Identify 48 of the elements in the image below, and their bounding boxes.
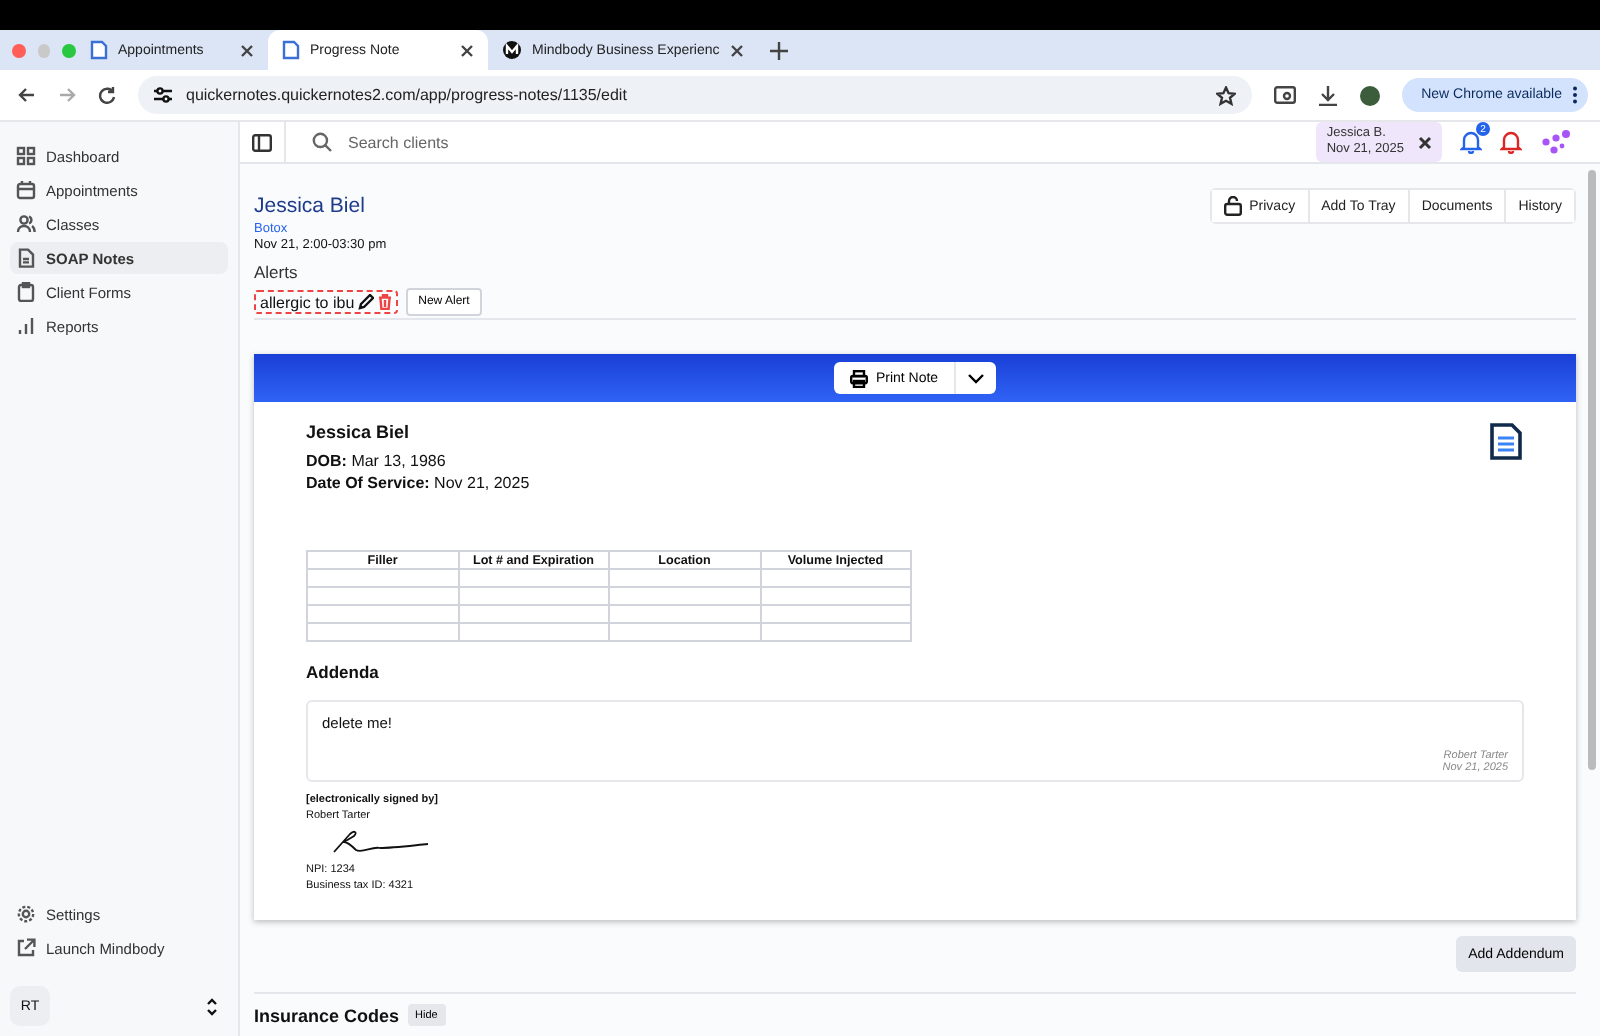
close-icon[interactable] [1418, 135, 1432, 149]
plus-icon[interactable] [769, 41, 788, 59]
bell-icon[interactable] [1460, 130, 1482, 154]
gear-icon [16, 904, 36, 924]
chevron-down-icon [968, 373, 985, 383]
document-icon [282, 40, 300, 60]
client-name[interactable]: Jessica Biel [254, 194, 387, 218]
star-icon[interactable] [1215, 85, 1236, 105]
screen-cast-icon[interactable] [1273, 86, 1296, 104]
url-text: quickernotes.quickernotes2.com/app/progress-notes/1135/edit [186, 86, 629, 104]
search-field[interactable]: Search clients [344, 131, 752, 153]
letter-m-logo-icon [502, 40, 522, 60]
reload-icon[interactable] [98, 86, 116, 104]
date-of-birth: DOB: Mar 13, 1986 [306, 452, 448, 470]
patient-name: Jessica Biel [306, 422, 412, 442]
printer-icon [849, 369, 868, 387]
close-icon[interactable] [460, 43, 474, 57]
addenda-heading: Addenda [306, 662, 381, 682]
grid-icon [16, 146, 36, 166]
insurance-codes-heading: Insurance Codes [254, 1005, 400, 1025]
back-arrow-icon[interactable] [18, 86, 36, 104]
search-icon [312, 132, 332, 152]
bell-icon[interactable] [1500, 130, 1522, 154]
bar-chart-icon [16, 316, 36, 336]
pencil-icon[interactable] [358, 294, 375, 310]
more-options-icon [1572, 86, 1578, 104]
document-icon [1488, 422, 1524, 462]
external-link-icon [16, 938, 36, 958]
lock-icon [1223, 196, 1242, 216]
document-icon [90, 40, 108, 60]
close-icon[interactable] [729, 43, 744, 57]
date-of-service: Date Of Service: Nov 21, 2025 [306, 474, 530, 492]
calendar-icon [16, 180, 36, 200]
sparkle-dots-icon[interactable] [1540, 128, 1572, 156]
sidebar-toggle-icon[interactable] [252, 133, 272, 151]
alert-tag[interactable]: allergic to ibu [254, 290, 399, 314]
trash-icon[interactable] [378, 294, 393, 310]
close-icon[interactable] [240, 43, 254, 57]
download-icon[interactable] [1317, 85, 1338, 105]
alerts-heading: Alerts [254, 262, 300, 282]
address-bar[interactable]: quickernotes.quickernotes2.com/app/progress-notes/1135/edit [138, 76, 1252, 114]
clipboard-icon [16, 282, 36, 302]
site-settings-icon [154, 86, 172, 104]
people-icon [16, 214, 36, 234]
profile-avatar[interactable] [1359, 85, 1380, 105]
scrollbar-thumb[interactable] [1588, 170, 1596, 770]
chevron-up-down-icon[interactable] [206, 997, 218, 1015]
document-icon [16, 248, 36, 268]
